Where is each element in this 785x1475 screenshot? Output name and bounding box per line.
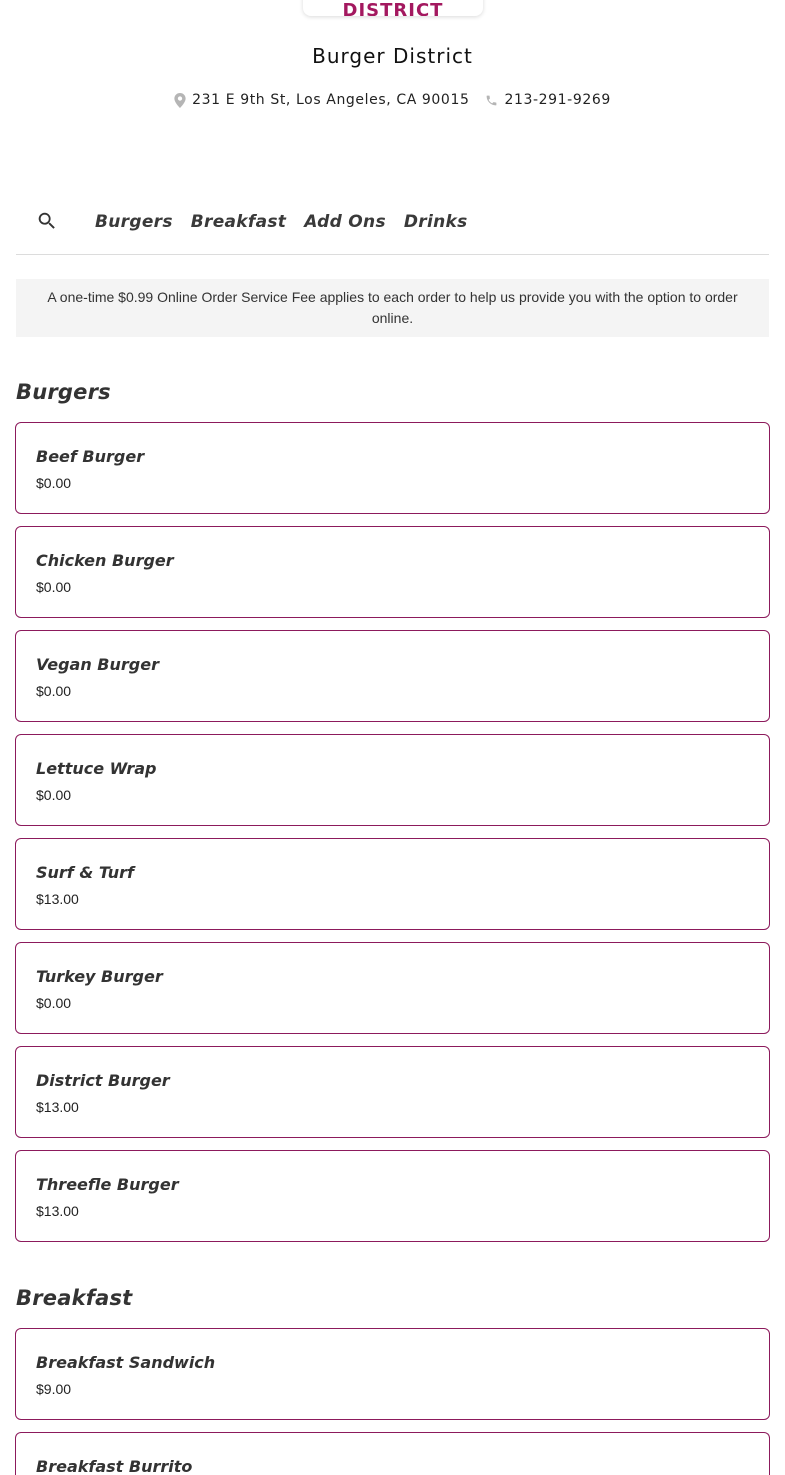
item-name: Breakfast Burrito bbox=[36, 1457, 193, 1475]
menu-item-card[interactable]: Vegan Burger $0.00 bbox=[15, 630, 770, 722]
item-price: $0.00 bbox=[36, 787, 72, 803]
menu-item-card[interactable]: Breakfast Sandwich $9.00 bbox=[15, 1328, 770, 1420]
tab-add-ons[interactable]: Add Ons bbox=[304, 212, 386, 232]
menu-item-card[interactable]: Chicken Burger $0.00 bbox=[15, 526, 770, 618]
item-name: Surf & Turf bbox=[36, 863, 134, 882]
search-icon bbox=[38, 212, 55, 229]
section-heading-breakfast: Breakfast bbox=[16, 1286, 133, 1310]
item-name: Beef Burger bbox=[36, 447, 145, 466]
service-fee-notice: A one-time $0.99 Online Order Service Fe… bbox=[16, 279, 769, 337]
logo-text: ORDER DISTRICT bbox=[342, 0, 444, 16]
tab-breakfast[interactable]: Breakfast bbox=[191, 212, 286, 232]
menu-item-card[interactable]: Breakfast Burrito bbox=[15, 1432, 770, 1475]
search-button[interactable] bbox=[36, 210, 58, 232]
item-price: $9.00 bbox=[36, 1381, 72, 1397]
item-price: $13.00 bbox=[36, 891, 79, 907]
menu-item-card[interactable]: Surf & Turf $13.00 bbox=[15, 838, 770, 930]
item-price: $0.00 bbox=[36, 475, 72, 491]
restaurant-logo: ORDER DISTRICT bbox=[303, 0, 483, 16]
item-price: $13.00 bbox=[36, 1203, 79, 1219]
address-info: 231 E 9th St, Los Angeles, CA 90015 bbox=[174, 92, 469, 108]
tab-burgers[interactable]: Burgers bbox=[95, 212, 173, 232]
menu-item-card[interactable]: Turkey Burger $0.00 bbox=[15, 942, 770, 1034]
address-text: 231 E 9th St, Los Angeles, CA 90015 bbox=[192, 92, 470, 108]
item-price: $13.00 bbox=[36, 1099, 79, 1115]
item-price: $0.00 bbox=[36, 683, 72, 699]
item-name: Turkey Burger bbox=[36, 967, 163, 986]
item-name: District Burger bbox=[36, 1071, 170, 1090]
item-price: $0.00 bbox=[36, 579, 72, 595]
item-name: Vegan Burger bbox=[36, 655, 159, 674]
item-price: $0.00 bbox=[36, 995, 72, 1011]
item-name: Breakfast Sandwich bbox=[36, 1353, 216, 1372]
menu-item-card[interactable]: District Burger $13.00 bbox=[15, 1046, 770, 1138]
phone-icon bbox=[487, 95, 497, 105]
tab-drinks[interactable]: Drinks bbox=[404, 212, 468, 232]
section-heading-burgers: Burgers bbox=[16, 380, 111, 404]
phone-info[interactable]: 213-291-9269 bbox=[485, 92, 610, 108]
menu-item-card[interactable]: Lettuce Wrap $0.00 bbox=[15, 734, 770, 826]
item-name: Lettuce Wrap bbox=[36, 759, 157, 778]
restaurant-info: 231 E 9th St, Los Angeles, CA 90015 213-… bbox=[0, 92, 785, 108]
phone-text[interactable]: 213-291-9269 bbox=[504, 92, 610, 108]
category-nav: Burgers Breakfast Add Ons Drinks bbox=[16, 200, 769, 255]
item-name: Chicken Burger bbox=[36, 551, 174, 570]
menu-item-card[interactable]: Threefle Burger $13.00 bbox=[15, 1150, 770, 1242]
restaurant-name: Burger District bbox=[312, 44, 473, 68]
menu-item-card[interactable]: Beef Burger $0.00 bbox=[15, 422, 770, 514]
item-name: Threefle Burger bbox=[36, 1175, 179, 1194]
nav-tabs: Burgers Breakfast Add Ons Drinks bbox=[95, 212, 486, 232]
location-pin-icon bbox=[174, 92, 186, 108]
